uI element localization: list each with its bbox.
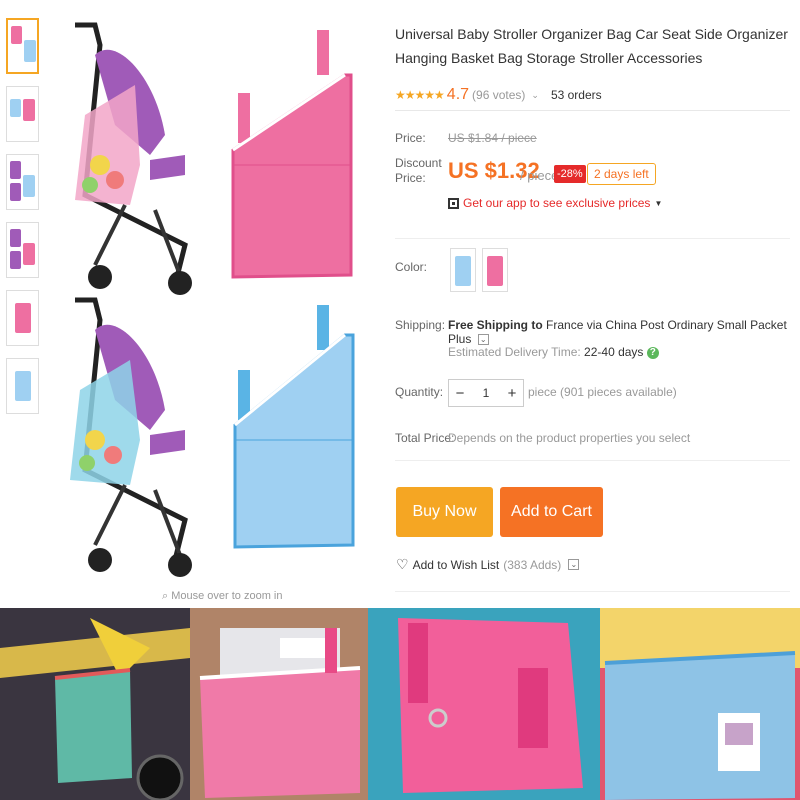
product-illustration: [70, 22, 355, 577]
divider: [395, 110, 790, 111]
photo-pink-bag-closeup[interactable]: [368, 608, 600, 800]
chevron-down-icon: ▼: [654, 198, 663, 208]
quantity-available: piece (901 pieces available): [528, 385, 677, 399]
thumbnail-1[interactable]: [6, 18, 39, 74]
quantity-input[interactable]: 1: [471, 386, 501, 400]
shipping-method[interactable]: Free Shipping to France via China Post O…: [448, 318, 800, 346]
total-price-note: Depends on the product properties you se…: [448, 431, 691, 445]
thumbnail-2[interactable]: [6, 86, 39, 142]
app-promo-link[interactable]: Get our app to see exclusive prices ▼: [448, 196, 662, 210]
original-price: US $1.84 / piece: [448, 131, 537, 145]
main-product-image[interactable]: [55, 15, 385, 595]
thumbnail-6[interactable]: [6, 358, 39, 414]
chevron-down-icon[interactable]: ⌄: [477, 334, 489, 346]
color-label: Color:: [395, 260, 428, 274]
discount-badge: -28%: [554, 165, 586, 183]
thumbnail-3[interactable]: [6, 154, 39, 210]
decrease-quantity-button[interactable]: −: [449, 385, 471, 402]
quantity-stepper: − 1 +: [448, 379, 524, 407]
shipping-label: Shipping:: [395, 318, 446, 332]
chevron-down-icon[interactable]: ⌄: [531, 90, 539, 101]
quantity-label: Quantity:: [395, 385, 444, 399]
buy-now-button[interactable]: Buy Now: [396, 487, 493, 537]
help-icon[interactable]: ?: [646, 346, 659, 359]
blue-bag: [233, 305, 355, 549]
thumbnail-5[interactable]: [6, 290, 39, 346]
increase-quantity-button[interactable]: +: [501, 385, 523, 402]
color-swatch-pink[interactable]: [482, 248, 508, 292]
stroller-top: [75, 22, 192, 295]
star-icon: ★★★★★: [395, 88, 445, 102]
customer-photos: [0, 608, 800, 800]
votes-link[interactable]: (96 votes): [472, 88, 525, 102]
add-to-cart-button[interactable]: Add to Cart: [500, 487, 603, 537]
discount-price-label: Discount Price:: [395, 156, 442, 185]
product-title: Universal Baby Stroller Organizer Bag Ca…: [395, 26, 788, 66]
photo-blue-bag-card[interactable]: [600, 608, 800, 800]
orders-count: 53 orders: [550, 88, 602, 102]
heart-icon: ♡: [396, 556, 409, 572]
rating-value: 4.7: [446, 86, 470, 103]
rating-row: ★★★★★ 4.7 (96 votes) ⌄ 53 orders: [395, 86, 602, 104]
total-price-label: Total Price:: [395, 431, 455, 445]
thumbnail-4[interactable]: [6, 222, 39, 278]
divider: [395, 591, 790, 592]
chevron-down-icon[interactable]: ⌄: [568, 559, 580, 570]
qr-code-icon: [448, 197, 459, 209]
add-to-wish-list[interactable]: ♡ Add to Wish List (383 Adds) ⌄: [396, 556, 580, 573]
price-label: Price:: [395, 131, 426, 145]
pink-bag: [231, 30, 353, 279]
delivery-time: Estimated Delivery Time: 22-40 days ?: [448, 345, 659, 359]
photo-pink-bag-parcel[interactable]: [190, 608, 368, 800]
thumbnail-list: [6, 18, 46, 426]
color-swatch-blue[interactable]: [450, 248, 476, 292]
divider: [395, 460, 790, 461]
days-left-badge: 2 days left: [587, 163, 656, 185]
stroller-bottom: [70, 297, 192, 577]
product-info-panel: Universal Baby Stroller Organizer Bag Ca…: [382, 8, 800, 600]
zoom-hint: ⌕ Mouse over to zoom in: [162, 590, 283, 602]
divider: [395, 238, 790, 239]
price-unit: / piece: [520, 168, 559, 183]
photo-stroller-green-bag[interactable]: [0, 608, 190, 800]
